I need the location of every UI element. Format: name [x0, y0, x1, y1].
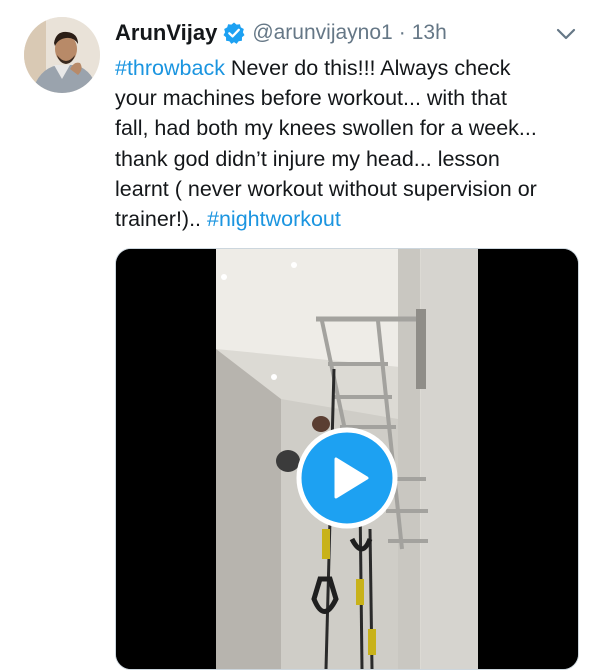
tweet-text: #throwback Never do this!!! Always check… — [115, 53, 585, 234]
tweet-text-line: #throwback Never do this!!! Always check — [115, 53, 585, 83]
separator-dot: · — [398, 21, 406, 44]
avatar[interactable] — [24, 17, 100, 93]
play-button[interactable] — [296, 427, 398, 529]
play-icon — [296, 427, 398, 529]
hashtag-link[interactable]: #throwback — [115, 56, 225, 80]
tweet-text-line: learnt ( never workout without supervisi… — [115, 176, 537, 201]
tweet-text-line: trainer!).. #nightworkout — [115, 204, 585, 234]
tweet-text-fragment: trainer!).. — [115, 207, 207, 232]
user-handle[interactable]: @arunvijayno1 — [252, 21, 392, 45]
tweet-text-line: your machines before workout... with tha… — [115, 86, 507, 111]
tweet-card: ArunVijay @arunvijayno1 · 13h #throwback… — [0, 0, 600, 670]
tweet-header: ArunVijay @arunvijayno1 · 13h — [115, 18, 447, 48]
timestamp[interactable]: 13h — [412, 21, 447, 45]
chevron-down-icon[interactable] — [555, 24, 577, 44]
hashtag-link[interactable]: #nightworkout — [207, 207, 341, 231]
tweet-text-fragment: Never do this!!! Always check — [224, 56, 511, 80]
display-name[interactable]: ArunVijay — [115, 20, 217, 46]
tweet-text-line: fall, had both my knees swollen for a we… — [115, 116, 537, 141]
video-player[interactable] — [115, 248, 579, 670]
tweet-text-line: thank god didn’t injure my head... lesso… — [115, 146, 500, 171]
verified-badge-icon — [222, 21, 246, 45]
avatar-image — [24, 17, 100, 93]
